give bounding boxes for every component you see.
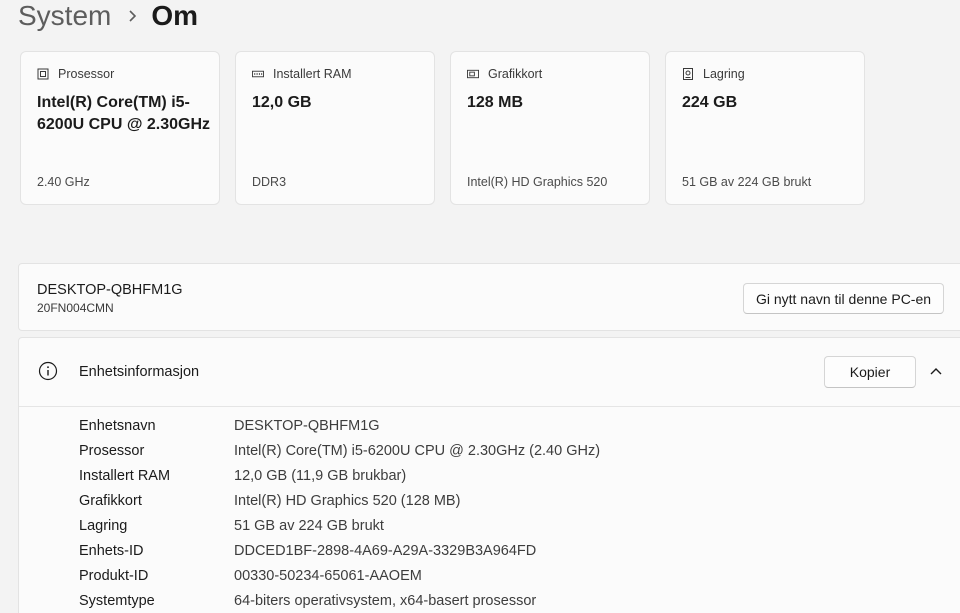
- spec-label: Enhets-ID: [79, 543, 144, 559]
- chevron-up-icon[interactable]: [929, 365, 943, 379]
- spec-row-product-id: Produkt-ID 00330-50234-65061-AAOEM: [79, 568, 422, 588]
- device-name-panel: DESKTOP-QBHFM1G 20FN004CMN Gi nytt navn …: [18, 263, 960, 331]
- processor-card-header: Prosessor: [37, 67, 114, 81]
- processor-card-label: Prosessor: [58, 67, 115, 81]
- ram-card-header: Installert RAM: [252, 67, 352, 81]
- device-info-header[interactable]: Enhetsinformasjon Kopier: [19, 338, 960, 407]
- spec-label: Enhetsnavn: [79, 418, 156, 434]
- about-page: System Om Prosessor Intel(R) Core(TM) i5…: [0, 0, 960, 613]
- spec-value: 64-biters operativsystem, x64-basert pro…: [234, 593, 537, 609]
- chevron-right-icon: [127, 9, 137, 23]
- copy-button[interactable]: Kopier: [824, 356, 916, 388]
- spec-row-processor: Prosessor Intel(R) Core(TM) i5-6200U CPU…: [79, 443, 600, 463]
- ram-icon: [252, 68, 264, 80]
- processor-icon: [37, 68, 49, 80]
- ram-card: Installert RAM 12,0 GB DDR3: [235, 51, 435, 205]
- graphics-card-icon: [467, 68, 479, 80]
- device-model: 20FN004CMN: [37, 301, 114, 315]
- spec-value: DDCED1BF-2898-4A69-A29A-3329B3A964FD: [234, 543, 537, 559]
- storage-icon: [682, 68, 694, 80]
- spec-row-storage: Lagring 51 GB av 224 GB brukt: [79, 518, 384, 538]
- graphics-card-value: 128 MB: [467, 94, 524, 111]
- processor-card-sub: 2.40 GHz: [37, 175, 90, 189]
- spec-label: Lagring: [79, 518, 128, 534]
- info-icon: [38, 361, 58, 381]
- device-name: DESKTOP-QBHFM1G: [37, 282, 183, 298]
- breadcrumb: System Om: [18, 0, 198, 36]
- page-title: Om: [151, 0, 199, 31]
- spec-row-graphics: Grafikkort Intel(R) HD Graphics 520 (128…: [79, 493, 460, 513]
- storage-card-sub: 51 GB av 224 GB brukt: [682, 175, 812, 189]
- storage-card-header: Lagring: [682, 67, 745, 81]
- device-info-panel: Enhetsinformasjon Kopier Enhetsnavn DESK…: [18, 337, 960, 613]
- spec-row-system-type: Systemtype 64-biters operativsystem, x64…: [79, 593, 536, 613]
- spec-label: Produkt-ID: [79, 568, 149, 584]
- storage-card-label: Lagring: [703, 67, 745, 81]
- ram-card-value: 12,0 GB: [252, 94, 312, 111]
- graphics-card-header: Grafikkort: [467, 67, 542, 81]
- breadcrumb-system-link[interactable]: System: [18, 0, 111, 32]
- processor-card: Prosessor Intel(R) Core(TM) i5-6200U CPU…: [20, 51, 220, 205]
- ram-card-label: Installert RAM: [273, 67, 352, 81]
- rename-pc-button[interactable]: Gi nytt navn til denne PC-en: [743, 283, 944, 314]
- spec-row-device-id: Enhets-ID DDCED1BF-2898-4A69-A29A-3329B3…: [79, 543, 536, 563]
- spec-value: 00330-50234-65061-AAOEM: [234, 568, 422, 584]
- graphics-card-sub: Intel(R) HD Graphics 520: [467, 175, 608, 189]
- spec-value: Intel(R) Core(TM) i5-6200U CPU @ 2.30GHz…: [234, 443, 601, 459]
- spec-label: Prosessor: [79, 443, 145, 459]
- spec-value: 12,0 GB (11,9 GB brukbar): [234, 468, 407, 484]
- spec-row-device-name: Enhetsnavn DESKTOP-QBHFM1G: [79, 418, 380, 438]
- spec-row-ram: Installert RAM 12,0 GB (11,9 GB brukbar): [79, 468, 406, 488]
- spec-label: Grafikkort: [79, 493, 142, 509]
- spec-value: DESKTOP-QBHFM1G: [234, 418, 380, 434]
- spec-value: Intel(R) HD Graphics 520 (128 MB): [234, 493, 461, 509]
- storage-card: Lagring 224 GB 51 GB av 224 GB brukt: [665, 51, 865, 205]
- spec-value: 51 GB av 224 GB brukt: [234, 518, 384, 534]
- device-info-title: Enhetsinformasjon: [79, 364, 200, 380]
- spec-label: Installert RAM: [79, 468, 171, 484]
- graphics-card: Grafikkort 128 MB Intel(R) HD Graphics 5…: [450, 51, 650, 205]
- processor-card-value: Intel(R) Core(TM) i5-6200U CPU @ 2.30GHz: [37, 94, 211, 133]
- graphics-card-label: Grafikkort: [488, 67, 543, 81]
- spec-label: Systemtype: [79, 593, 155, 609]
- ram-card-sub: DDR3: [252, 175, 287, 189]
- storage-card-value: 224 GB: [682, 94, 738, 111]
